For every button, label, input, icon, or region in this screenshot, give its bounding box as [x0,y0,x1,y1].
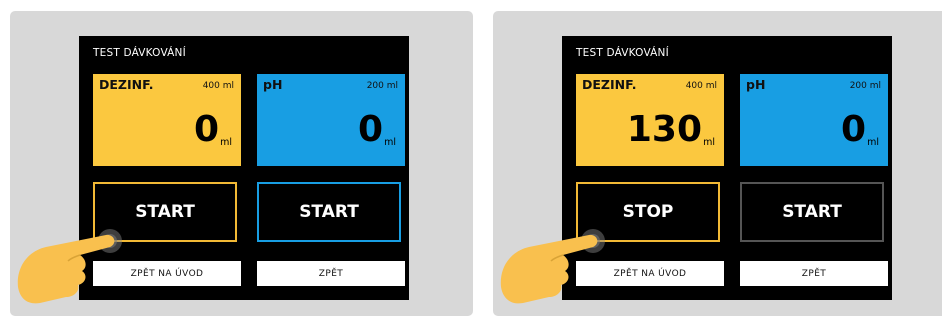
ph-start-button-disabled: START [740,182,884,242]
dezinf-unit: ml [220,137,232,148]
pointing-hand-icon [500,229,605,304]
dezinf-unit: ml [703,137,715,148]
ph-value: 0 [357,109,383,150]
ph-tile: pH 200 ml 0 ml [257,74,405,166]
dezinf-label: DEZINF. [99,77,154,92]
back-button[interactable]: ZPĚT [740,261,888,286]
ph-label: pH [263,77,283,92]
pointing-hand-icon [17,229,122,304]
ph-tile: pH 200 ml 0 ml [740,74,888,166]
ph-capacity: 200 ml [366,81,398,91]
dezinf-value: 130 [626,109,702,150]
ph-value: 0 [840,109,866,150]
ph-unit: ml [384,137,396,148]
panel-after: TEST DÁVKOVÁNÍ DEZINF. 400 ml 130 ml pH … [493,11,942,316]
back-button[interactable]: ZPĚT [257,261,405,286]
ph-capacity: 200 ml [849,81,881,91]
screen-title: TEST DÁVKOVÁNÍ [576,47,669,59]
panel-before: TEST DÁVKOVÁNÍ DEZINF. 400 ml 0 ml pH 20… [10,11,473,316]
ph-unit: ml [867,137,879,148]
dezinf-tile: DEZINF. 400 ml 130 ml [576,74,724,166]
screen-title: TEST DÁVKOVÁNÍ [93,47,186,59]
ph-start-button[interactable]: START [257,182,401,242]
dezinf-value: 0 [193,109,219,150]
dezinf-capacity: 400 ml [202,81,234,91]
dezinf-label: DEZINF. [582,77,637,92]
dezinf-tile: DEZINF. 400 ml 0 ml [93,74,241,166]
ph-label: pH [746,77,766,92]
dezinf-capacity: 400 ml [685,81,717,91]
